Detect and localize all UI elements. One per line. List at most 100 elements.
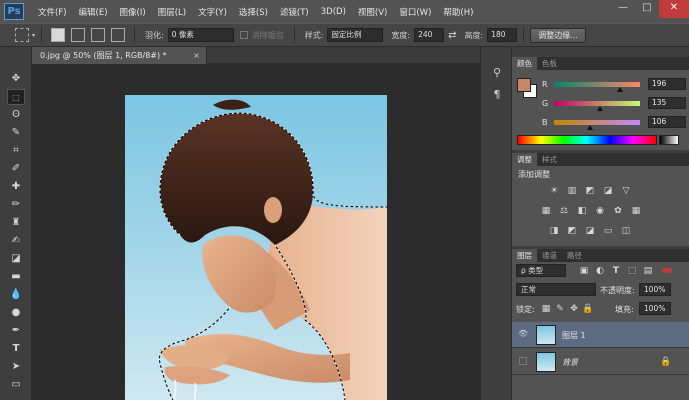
threshold-icon[interactable]: ◪ <box>584 226 596 236</box>
menu-view[interactable]: 视图(V) <box>352 6 393 18</box>
black-white-icon[interactable]: ◧ <box>576 206 588 216</box>
layer-visibility-eye-icon[interactable]: 👁 <box>518 330 528 338</box>
layer-row[interactable]: 背景 🔒 <box>512 349 689 375</box>
add-selection-icon[interactable] <box>71 28 86 42</box>
hue-saturation-icon[interactable]: ▦ <box>540 206 552 216</box>
height-input[interactable]: 180 <box>487 28 518 42</box>
lock-position-icon[interactable]: ✥ <box>568 304 580 314</box>
green-slider[interactable] <box>554 100 640 111</box>
brightness-contrast-icon[interactable]: ☀ <box>548 186 560 196</box>
history-brush-tool-icon[interactable]: ✍ <box>7 233 25 249</box>
menu-select[interactable]: 选择(S) <box>233 6 274 18</box>
menu-type[interactable]: 文字(Y) <box>192 6 233 18</box>
gradient-map-icon[interactable]: ▭ <box>602 226 614 236</box>
red-slider-thumb[interactable] <box>617 86 624 92</box>
image-canvas[interactable] <box>125 95 387 400</box>
close-tab-icon[interactable]: × <box>193 51 200 60</box>
marquee-tool-icon[interactable] <box>15 28 29 42</box>
gradient-tool-icon[interactable]: ▬ <box>7 269 25 285</box>
blue-slider[interactable] <box>554 119 640 130</box>
exposure-icon[interactable]: ◪ <box>602 186 614 196</box>
red-slider[interactable] <box>554 81 640 92</box>
color-lookup-icon[interactable]: ▦ <box>630 206 642 216</box>
filter-type-icon[interactable]: T <box>610 266 622 276</box>
layer-visibility-toggle[interactable] <box>519 357 527 365</box>
tab-swatches[interactable]: 色板 <box>537 57 562 70</box>
tab-channels[interactable]: 通道 <box>537 249 562 262</box>
layer-row[interactable]: 👁 图层 1 <box>512 322 689 348</box>
intersect-selection-icon[interactable] <box>111 28 126 42</box>
fill-input[interactable]: 100% <box>639 302 671 315</box>
vibrance-icon[interactable]: ▽ <box>620 186 632 196</box>
lock-all-icon[interactable]: 🔒 <box>582 304 594 314</box>
lasso-tool-icon[interactable]: ʘ <box>7 107 25 123</box>
photo-filter-icon[interactable]: ◉ <box>594 206 606 216</box>
foreground-color-swatch[interactable] <box>517 78 531 92</box>
tab-color[interactable]: 颜色 <box>512 57 537 70</box>
style-select[interactable]: 固定比例 <box>327 28 384 42</box>
green-slider-thumb[interactable] <box>596 105 603 111</box>
filter-adjustment-icon[interactable]: ◐ <box>594 266 606 276</box>
paragraph-panel-icon[interactable]: ¶ <box>489 87 505 103</box>
width-input[interactable]: 240 <box>414 28 445 42</box>
menu-image[interactable]: 图像(I) <box>114 6 152 18</box>
tool-preset-chevron-icon[interactable]: ▾ <box>32 32 35 39</box>
blend-mode-select[interactable]: 正常 <box>516 283 596 296</box>
menu-file[interactable]: 文件(F) <box>32 6 73 18</box>
layer-name[interactable]: 背景 <box>562 357 578 368</box>
feather-input[interactable]: 0 像素 <box>167 28 234 42</box>
new-selection-icon[interactable] <box>51 28 66 42</box>
menu-layer[interactable]: 图层(L) <box>152 6 192 18</box>
close-button[interactable]: ✕ <box>659 0 689 18</box>
healing-brush-tool-icon[interactable]: ✚ <box>7 179 25 195</box>
layer-filter-select[interactable]: ρ 类型 <box>516 264 566 277</box>
type-tool-icon[interactable]: T <box>7 341 25 357</box>
selective-color-icon[interactable]: ◫ <box>620 226 632 236</box>
swap-icon[interactable]: ⇄ <box>448 30 456 41</box>
minimize-button[interactable]: — <box>611 0 635 18</box>
red-value-input[interactable]: 196 <box>648 78 686 90</box>
subtract-selection-icon[interactable] <box>91 28 106 42</box>
blue-value-input[interactable]: 106 <box>648 116 686 128</box>
menu-window[interactable]: 窗口(W) <box>393 6 437 18</box>
eraser-tool-icon[interactable]: ◪ <box>7 251 25 267</box>
menu-edit[interactable]: 编辑(E) <box>73 6 114 18</box>
pen-tool-icon[interactable]: ✒ <box>7 323 25 339</box>
menu-help[interactable]: 帮助(H) <box>437 6 479 18</box>
restore-button[interactable]: □ <box>635 0 659 18</box>
quick-selection-tool-icon[interactable]: ✎ <box>7 125 25 141</box>
tab-layers[interactable]: 图层 <box>512 249 537 262</box>
crop-tool-icon[interactable]: ⌗ <box>7 143 25 159</box>
curves-icon[interactable]: ◩ <box>584 186 596 196</box>
antialias-checkbox[interactable] <box>239 31 248 39</box>
invert-icon[interactable]: ◨ <box>548 226 560 236</box>
filter-toggle-icon[interactable] <box>662 268 672 273</box>
tab-styles[interactable]: 样式 <box>537 153 562 166</box>
grayscale-ramp[interactable] <box>659 135 679 145</box>
tab-paths[interactable]: 路径 <box>562 249 587 262</box>
move-tool-icon[interactable]: ✥ <box>7 71 25 87</box>
levels-icon[interactable]: ▥ <box>566 186 578 196</box>
blur-tool-icon[interactable]: 💧 <box>7 287 25 303</box>
color-spectrum-ramp[interactable] <box>517 135 657 145</box>
channel-mixer-icon[interactable]: ✿ <box>612 206 624 216</box>
color-balance-icon[interactable]: ⚖ <box>558 206 570 216</box>
eyedropper-tool-icon[interactable]: ✐ <box>7 161 25 177</box>
tab-adjustments[interactable]: 调整 <box>512 153 537 166</box>
filter-smart-object-icon[interactable]: ▤ <box>642 266 654 276</box>
layer-name[interactable]: 图层 1 <box>562 330 586 341</box>
green-value-input[interactable]: 135 <box>648 97 686 109</box>
menu-3d[interactable]: 3D(D) <box>315 7 352 17</box>
blue-slider-thumb[interactable] <box>587 124 594 130</box>
lock-image-icon[interactable]: ✎ <box>554 304 566 314</box>
history-panel-icon[interactable]: ⚲ <box>489 65 505 81</box>
filter-shape-icon[interactable]: ⬚ <box>626 266 638 276</box>
filter-pixel-icon[interactable]: ▣ <box>578 266 590 276</box>
refine-edge-button[interactable]: 调整边缘... <box>530 27 586 43</box>
document-tab[interactable]: 0.jpg @ 50% (图层 1, RGB/8#) * × <box>32 47 207 64</box>
marquee-tool-icon[interactable]: ⬚ <box>7 89 25 105</box>
brush-tool-icon[interactable]: ✏ <box>7 197 25 213</box>
menu-filter[interactable]: 滤镜(T) <box>274 6 315 18</box>
lock-transparent-icon[interactable]: ▦ <box>540 304 552 314</box>
clone-stamp-tool-icon[interactable]: ♜ <box>7 215 25 231</box>
